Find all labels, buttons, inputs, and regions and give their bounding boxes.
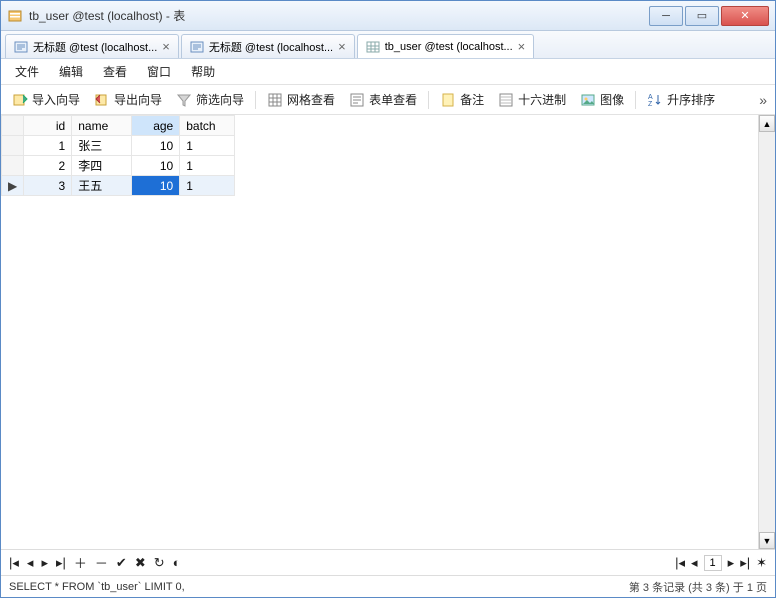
- filter-icon: [176, 92, 192, 108]
- menu-help[interactable]: 帮助: [191, 63, 215, 80]
- separator: [428, 91, 429, 109]
- col-age[interactable]: age: [132, 116, 180, 136]
- table-row[interactable]: 2李四101: [2, 156, 235, 176]
- col-name[interactable]: name: [72, 116, 132, 136]
- cell-age[interactable]: 10: [132, 136, 180, 156]
- col-id[interactable]: id: [24, 116, 72, 136]
- vertical-scrollbar[interactable]: ▲ ▼: [758, 115, 775, 549]
- tabbar: 无标题 @test (localhost... × 无标题 @test (loc…: [1, 31, 775, 59]
- cancel-icon[interactable]: ✖: [135, 555, 146, 571]
- cell-name[interactable]: 王五: [72, 176, 132, 196]
- delete-record-icon[interactable]: －: [95, 553, 108, 572]
- separator: [635, 91, 636, 109]
- refresh-icon[interactable]: ↻: [154, 555, 165, 571]
- table-row[interactable]: ▶3王五101: [2, 176, 235, 196]
- query-icon: [14, 40, 28, 54]
- row-gutter: [2, 156, 24, 176]
- menu-file[interactable]: 文件: [15, 63, 39, 80]
- query-icon: [190, 40, 204, 54]
- hex-button[interactable]: 十六进制: [495, 89, 569, 110]
- menu-window[interactable]: 窗口: [147, 63, 171, 80]
- image-button[interactable]: 图像: [577, 89, 627, 110]
- sort-asc-icon: AZ: [647, 92, 663, 108]
- status-sql: SELECT * FROM `tb_user` LIMIT 0,: [9, 581, 185, 593]
- toolbar: 导入向导 导出向导 筛选向导 网格查看 表单查看 备注 十六进制 图像 AZ升序…: [1, 85, 775, 115]
- add-record-icon[interactable]: ＋: [74, 553, 87, 572]
- row-gutter: ▶: [2, 176, 24, 196]
- tab-untitled-1[interactable]: 无标题 @test (localhost... ×: [5, 34, 179, 58]
- last-page-icon[interactable]: ▸|: [740, 555, 750, 571]
- filter-wizard-button[interactable]: 筛选向导: [173, 89, 247, 110]
- statusbar: SELECT * FROM `tb_user` LIMIT 0, 第 3 条记录…: [1, 575, 775, 597]
- memo-icon: [440, 92, 456, 108]
- data-grid[interactable]: id name age batch 1张三1012李四101▶3王五101: [1, 115, 758, 549]
- app-window: tb_user @test (localhost) - 表 ─ ▭ ✕ 无标题 …: [0, 0, 776, 598]
- content-area: id name age batch 1张三1012李四101▶3王五101 ▲ …: [1, 115, 775, 549]
- sort-asc-button[interactable]: AZ升序排序: [644, 89, 718, 110]
- cell-id[interactable]: 2: [24, 156, 72, 176]
- next-page-icon[interactable]: ▸: [728, 555, 735, 571]
- form-view-button[interactable]: 表单查看: [346, 89, 420, 110]
- table-row[interactable]: 1张三101: [2, 136, 235, 156]
- col-batch[interactable]: batch: [180, 116, 235, 136]
- cell-name[interactable]: 李四: [72, 156, 132, 176]
- close-button[interactable]: ✕: [721, 6, 769, 26]
- status-info: 第 3 条记录 (共 3 条) 于 1 页: [629, 579, 767, 595]
- minimize-button[interactable]: ─: [649, 6, 683, 26]
- prev-record-icon[interactable]: ◂: [27, 555, 34, 571]
- tab-close-icon[interactable]: ×: [162, 39, 170, 54]
- app-icon: [7, 8, 23, 24]
- export-icon: [94, 92, 110, 108]
- tab-close-icon[interactable]: ×: [338, 39, 346, 54]
- grid-view-button[interactable]: 网格查看: [264, 89, 338, 110]
- import-icon: [12, 92, 28, 108]
- tab-label: tb_user @test (localhost...: [385, 41, 513, 53]
- last-record-icon[interactable]: ▸|: [56, 555, 66, 571]
- cell-age[interactable]: 10: [132, 176, 180, 196]
- cell-batch[interactable]: 1: [180, 156, 235, 176]
- import-wizard-button[interactable]: 导入向导: [9, 89, 83, 110]
- prev-page-icon[interactable]: ◂: [691, 555, 698, 571]
- memo-button[interactable]: 备注: [437, 89, 487, 110]
- gutter-header: [2, 116, 24, 136]
- tab-untitled-2[interactable]: 无标题 @test (localhost... ×: [181, 34, 355, 58]
- record-navbar: |◂ ◂ ▸ ▸| ＋ － ✔ ✖ ↻ ◐ |◂ ◂ 1 ▸ ▸| ✶: [1, 549, 775, 575]
- row-gutter: [2, 136, 24, 156]
- scroll-up-icon[interactable]: ▲: [759, 115, 775, 132]
- page-number[interactable]: 1: [704, 555, 722, 571]
- tab-close-icon[interactable]: ×: [518, 39, 526, 54]
- tab-label: 无标题 @test (localhost...: [33, 39, 157, 55]
- toolbar-overflow-icon[interactable]: »: [759, 92, 767, 108]
- separator: [255, 91, 256, 109]
- tab-tbuser[interactable]: tb_user @test (localhost... ×: [357, 34, 535, 58]
- first-page-icon[interactable]: |◂: [675, 555, 685, 571]
- first-record-icon[interactable]: |◂: [9, 555, 19, 571]
- cell-id[interactable]: 1: [24, 136, 72, 156]
- cell-batch[interactable]: 1: [180, 136, 235, 156]
- menu-view[interactable]: 查看: [103, 63, 127, 80]
- window-title: tb_user @test (localhost) - 表: [29, 7, 649, 24]
- next-record-icon[interactable]: ▸: [41, 555, 48, 571]
- form-icon: [349, 92, 365, 108]
- maximize-button[interactable]: ▭: [685, 6, 719, 26]
- cell-name[interactable]: 张三: [72, 136, 132, 156]
- titlebar: tb_user @test (localhost) - 表 ─ ▭ ✕: [1, 1, 775, 31]
- tab-label: 无标题 @test (localhost...: [209, 39, 333, 55]
- commit-icon[interactable]: ✔: [116, 555, 127, 571]
- image-icon: [580, 92, 596, 108]
- settings-icon[interactable]: ✶: [756, 555, 767, 571]
- svg-text:A: A: [648, 94, 653, 101]
- grid-icon: [267, 92, 283, 108]
- cell-id[interactable]: 3: [24, 176, 72, 196]
- cell-age[interactable]: 10: [132, 156, 180, 176]
- svg-text:Z: Z: [648, 101, 653, 108]
- menubar: 文件 编辑 查看 窗口 帮助: [1, 59, 775, 85]
- stop-icon[interactable]: ◐: [173, 555, 181, 570]
- menu-edit[interactable]: 编辑: [59, 63, 83, 80]
- table-icon: [366, 40, 380, 54]
- hex-icon: [498, 92, 514, 108]
- export-wizard-button[interactable]: 导出向导: [91, 89, 165, 110]
- scroll-down-icon[interactable]: ▼: [759, 532, 775, 549]
- cell-batch[interactable]: 1: [180, 176, 235, 196]
